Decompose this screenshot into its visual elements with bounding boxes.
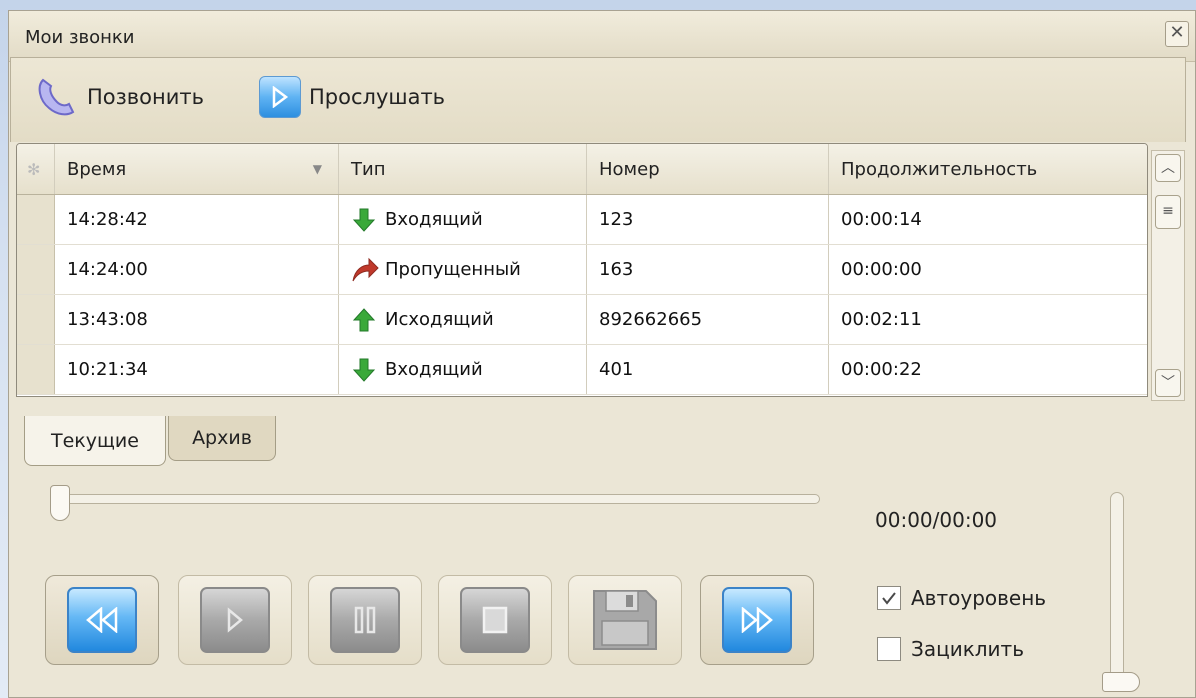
- sort-desc-icon: ▼: [312, 162, 322, 176]
- playback-timecode: 00:00/00:00: [875, 508, 998, 532]
- floppy-disk-icon: [593, 590, 657, 650]
- cell-type: Входящий: [339, 195, 587, 244]
- rewind-icon: [67, 587, 137, 653]
- play-button[interactable]: [178, 575, 292, 665]
- cell-type-label: Исходящий: [385, 309, 494, 330]
- loop-checkbox[interactable]: [877, 637, 901, 661]
- listen-button[interactable]: Прослушать: [259, 76, 445, 118]
- table-row[interactable]: 14:28:42 Входящий 123 00:00:14: [17, 195, 1147, 245]
- fast-forward-icon: [722, 587, 792, 653]
- cell-type-label: Пропущенный: [385, 259, 521, 280]
- scroll-thumb[interactable]: ≡: [1155, 195, 1181, 229]
- cell-time: 13:43:08: [55, 295, 339, 344]
- cell-type: Исходящий: [339, 295, 587, 344]
- cell-type: Пропущенный: [339, 245, 587, 294]
- cell-duration: 00:02:11: [841, 309, 922, 330]
- cell-type-label: Входящий: [385, 359, 483, 380]
- column-header-time[interactable]: Время ▼: [55, 144, 339, 194]
- window-title: Мои звонки: [25, 27, 135, 48]
- play-icon: [200, 587, 270, 653]
- header-corner-icon: ✻: [17, 144, 55, 194]
- table-row[interactable]: 13:43:08 Исходящий 892662665 00:02:11: [17, 295, 1147, 345]
- title-bar: Мои звонки ✕: [9, 11, 1195, 62]
- cell-duration: 00:00:14: [841, 209, 922, 230]
- column-header-time-label: Время: [67, 158, 127, 180]
- stop-icon: [460, 587, 530, 653]
- stop-button[interactable]: [438, 575, 552, 665]
- volume-slider-thumb[interactable]: [1102, 672, 1140, 692]
- column-header-number[interactable]: Номер: [587, 144, 829, 194]
- listen-button-label: Прослушать: [309, 85, 446, 109]
- scroll-down-button[interactable]: ﹀: [1155, 369, 1181, 397]
- play-icon: [259, 76, 301, 118]
- call-button-label: Позвонить: [87, 85, 205, 109]
- cell-number: 401: [587, 345, 829, 394]
- save-button[interactable]: [568, 575, 682, 665]
- outgoing-arrow-icon: [352, 307, 376, 331]
- row-selector[interactable]: [17, 345, 55, 394]
- cell-duration: 00:00:00: [841, 259, 922, 280]
- row-selector[interactable]: [17, 195, 55, 244]
- cell-number: 123: [587, 195, 829, 244]
- autolevel-checkbox[interactable]: [877, 586, 901, 610]
- column-header-type[interactable]: Тип: [339, 144, 587, 194]
- phone-icon: [38, 78, 75, 116]
- table-row[interactable]: 10:21:34 Входящий 401 00:00:22: [17, 345, 1147, 395]
- table-header: ✻ Время ▼ Тип Номер Продолжительность: [17, 144, 1147, 195]
- incoming-arrow-icon: [352, 358, 376, 382]
- loop-label: Зациклить: [911, 637, 1024, 661]
- tab-archive[interactable]: Архив: [168, 416, 276, 461]
- tab-current[interactable]: Текущие: [24, 416, 166, 466]
- cell-type-label: Входящий: [385, 209, 483, 230]
- row-selector[interactable]: [17, 245, 55, 294]
- cell-time: 14:28:42: [55, 195, 339, 244]
- column-header-duration[interactable]: Продолжительность: [829, 144, 1147, 194]
- cell-number: 163: [587, 245, 829, 294]
- scroll-up-button[interactable]: ︿: [1155, 154, 1181, 182]
- cell-time: 14:24:00: [55, 245, 339, 294]
- toolbar: Позвонить Прослушать: [10, 57, 1186, 142]
- cell-time: 10:21:34: [55, 345, 339, 394]
- position-slider-thumb[interactable]: [50, 485, 70, 521]
- pause-button[interactable]: [308, 575, 422, 665]
- calls-table: ✻ Время ▼ Тип Номер Продолжительность 14…: [16, 143, 1148, 397]
- volume-slider-track[interactable]: [1110, 492, 1124, 688]
- position-slider-track[interactable]: [52, 494, 820, 504]
- autolevel-label: Автоуровень: [911, 586, 1047, 610]
- cell-duration: 00:00:22: [841, 359, 922, 380]
- fast-forward-button[interactable]: [700, 575, 814, 665]
- table-row[interactable]: 14:24:00 Пропущенный 163 00:00:00: [17, 245, 1147, 295]
- row-selector[interactable]: [17, 295, 55, 344]
- pause-icon: [330, 587, 400, 653]
- rewind-button[interactable]: [45, 575, 159, 665]
- table-vertical-scrollbar[interactable]: ︿ ≡ ﹀: [1151, 150, 1185, 401]
- close-button[interactable]: ✕: [1165, 21, 1189, 47]
- checkmark-icon: [882, 592, 896, 605]
- incoming-arrow-icon: [352, 208, 376, 232]
- call-button[interactable]: Позвонить: [33, 76, 204, 118]
- missed-arrow-icon: [352, 257, 379, 281]
- cell-type: Входящий: [339, 345, 587, 394]
- cell-number: 892662665: [587, 295, 829, 344]
